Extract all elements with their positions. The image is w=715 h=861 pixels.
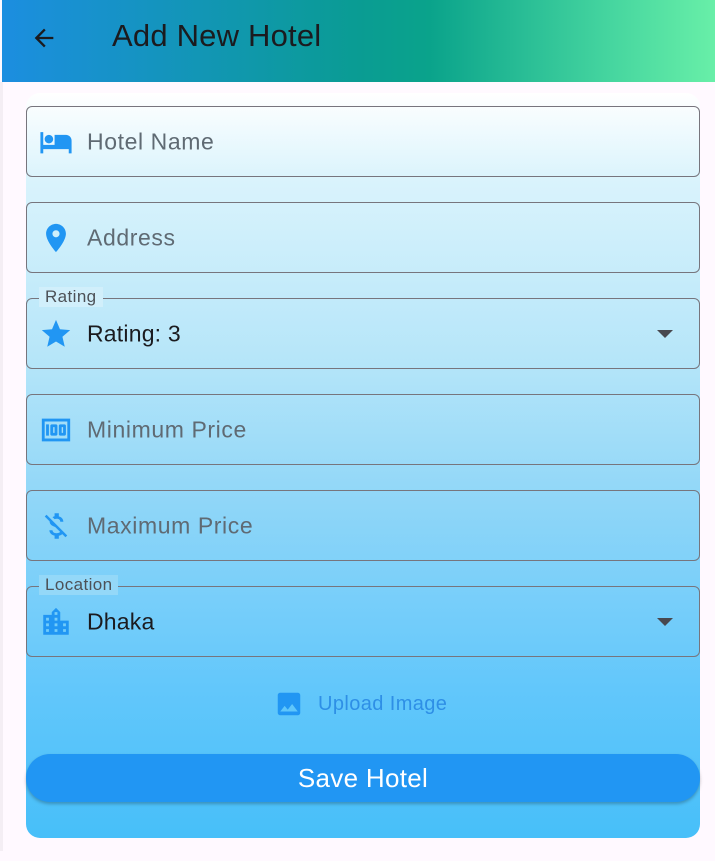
location-value: Dhaka bbox=[87, 608, 155, 634]
app-screen: Add New Hotel Hotel Name Address Rating bbox=[0, 0, 715, 861]
location-label: Location bbox=[39, 575, 119, 595]
money-icon bbox=[39, 413, 73, 447]
save-hotel-button[interactable]: Save Hotel bbox=[26, 754, 700, 802]
image-icon bbox=[274, 689, 304, 719]
location-pin-icon bbox=[39, 221, 73, 255]
money-off-icon bbox=[39, 509, 73, 543]
rating-value: Rating: 3 bbox=[87, 320, 181, 346]
minimum-price-placeholder: Minimum Price bbox=[87, 416, 247, 442]
rating-label: Rating bbox=[39, 287, 103, 307]
upload-image-button[interactable]: Upload Image bbox=[274, 689, 447, 719]
maximum-price-field[interactable]: Maximum Price bbox=[26, 490, 700, 561]
star-icon bbox=[39, 317, 73, 351]
address-field[interactable]: Address bbox=[26, 202, 700, 273]
page-title: Add New Hotel bbox=[112, 18, 322, 53]
address-placeholder: Address bbox=[87, 224, 176, 250]
chevron-down-icon[interactable] bbox=[657, 329, 673, 338]
location-city-icon bbox=[39, 605, 73, 639]
chevron-down-icon[interactable] bbox=[657, 617, 673, 626]
bottom-strip bbox=[0, 851, 715, 861]
back-button[interactable] bbox=[18, 16, 70, 64]
minimum-price-field[interactable]: Minimum Price bbox=[26, 394, 700, 465]
maximum-price-placeholder: Maximum Price bbox=[87, 512, 254, 538]
hotel-name-placeholder: Hotel Name bbox=[87, 128, 215, 154]
app-bar: Add New Hotel bbox=[2, 0, 715, 82]
background-edge bbox=[0, 82, 3, 861]
upload-image-label: Upload Image bbox=[318, 692, 448, 715]
form-card: Hotel Name Address Rating Rating: 3 Mini… bbox=[26, 93, 700, 838]
location-dropdown[interactable]: Location Dhaka bbox=[26, 575, 700, 657]
hotel-bed-icon bbox=[39, 125, 73, 159]
arrow-back-icon bbox=[30, 24, 58, 57]
save-hotel-label: Save Hotel bbox=[297, 762, 429, 793]
hotel-name-field[interactable]: Hotel Name bbox=[26, 106, 700, 177]
rating-dropdown[interactable]: Rating Rating: 3 bbox=[26, 287, 700, 369]
